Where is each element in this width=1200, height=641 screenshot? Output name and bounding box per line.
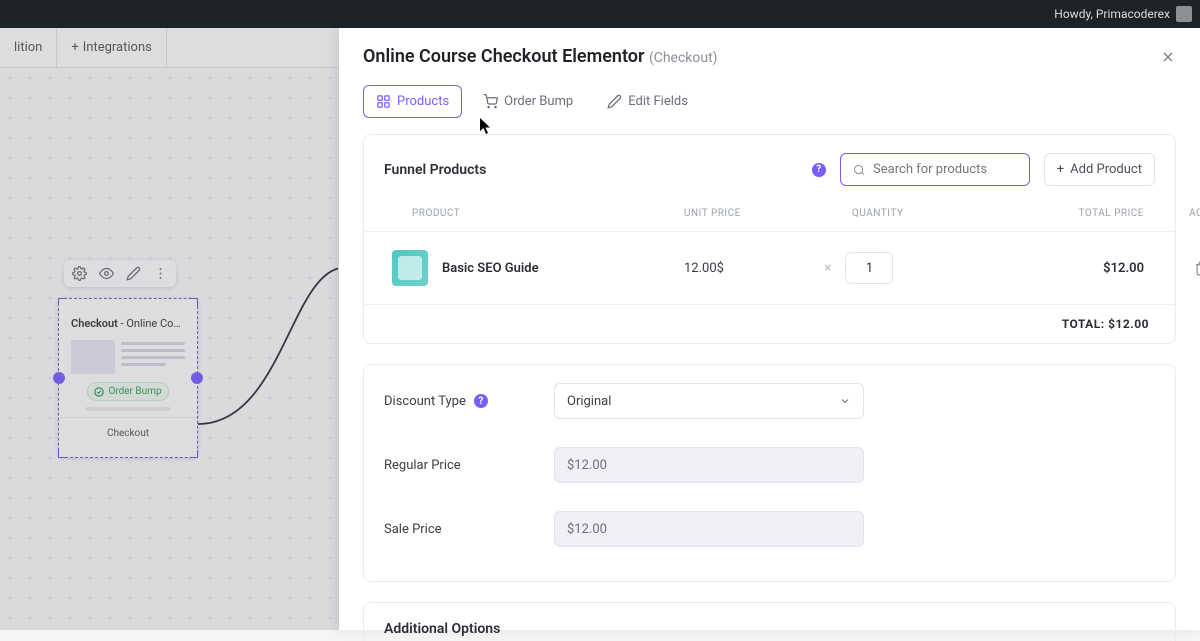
check-circle-icon xyxy=(94,387,104,397)
add-product-button[interactable]: + Add Product xyxy=(1044,153,1155,186)
checkout-node[interactable]: Checkout - Online Course ... Order Bump … xyxy=(58,298,198,458)
tab-edit-fields[interactable]: Edit Fields xyxy=(594,85,701,118)
plus-icon: + xyxy=(71,40,78,55)
trash-icon[interactable] xyxy=(1194,261,1200,276)
unit-price: 12.00$ xyxy=(684,261,824,276)
node-port-out[interactable] xyxy=(191,372,203,384)
gear-icon[interactable] xyxy=(72,266,87,281)
discount-type-label: Discount Type ? xyxy=(384,394,554,409)
eye-icon[interactable] xyxy=(99,266,114,281)
admin-greeting[interactable]: Howdy, Primacoderex xyxy=(1054,6,1192,22)
sale-price-field xyxy=(554,511,864,547)
admin-bar: Howdy, Primacoderex xyxy=(0,0,1200,28)
additional-options-title: Additional Options xyxy=(364,603,1175,641)
chevron-down-icon xyxy=(839,395,851,407)
product-search[interactable] xyxy=(840,153,1030,186)
regular-price-label: Regular Price xyxy=(384,458,554,473)
sale-price-label: Sale Price xyxy=(384,522,554,537)
quantity-input[interactable] xyxy=(845,252,893,284)
node-port-in[interactable] xyxy=(53,372,65,384)
top-tab-partial[interactable]: lition xyxy=(0,28,57,67)
top-tab-integrations[interactable]: + Integrations xyxy=(57,28,167,67)
panel-title: Online Course Checkout Elementor (Checko… xyxy=(363,46,718,67)
mouse-cursor-icon xyxy=(479,117,493,135)
greeting-text: Howdy, Primacoderex xyxy=(1054,7,1170,21)
table-row: Basic SEO Guide 12.00$ × $12.00 xyxy=(364,231,1175,304)
remove-qty-icon[interactable]: × xyxy=(824,260,831,276)
node-thumbnail xyxy=(71,340,185,374)
help-icon[interactable]: ? xyxy=(474,394,488,408)
avatar-icon xyxy=(1176,6,1192,22)
regular-price-field xyxy=(554,447,864,483)
settings-panel: Online Course Checkout Elementor (Checko… xyxy=(339,28,1200,630)
funnel-products-card: Funnel Products ? + Add Product PRODUCT xyxy=(363,134,1176,344)
funnel-canvas[interactable]: Checkout - Online Course ... Order Bump … xyxy=(0,68,338,630)
close-icon[interactable] xyxy=(1160,49,1176,65)
more-icon[interactable] xyxy=(153,266,168,281)
plus-icon: + xyxy=(1057,162,1064,177)
product-thumbnail xyxy=(392,250,428,286)
help-icon[interactable]: ? xyxy=(812,163,826,177)
total-row: TOTAL: $12.00 xyxy=(364,304,1175,343)
panel-tabs: Products Order Bump Edit Fields xyxy=(339,81,1200,134)
node-checkout-button[interactable]: Checkout xyxy=(71,422,185,445)
tab-order-bump[interactable]: Order Bump xyxy=(470,85,586,118)
pencil-icon[interactable] xyxy=(126,266,141,281)
additional-options-card: Additional Options xyxy=(363,602,1176,641)
pencil-icon xyxy=(607,94,622,109)
cart-icon xyxy=(483,94,498,109)
node-title: Checkout - Online Course ... xyxy=(71,317,185,330)
row-total-price: $12.00 xyxy=(994,261,1144,276)
discount-type-select[interactable]: Original xyxy=(554,383,864,419)
search-icon xyxy=(853,163,865,177)
pricing-card: Discount Type ? Original Regular Price xyxy=(363,364,1176,582)
order-bump-chip[interactable]: Order Bump xyxy=(87,382,168,401)
products-table-header: PRODUCT UNIT PRICE QUANTITY TOTAL PRICE … xyxy=(364,196,1175,231)
grid-icon xyxy=(376,94,391,109)
search-input[interactable] xyxy=(873,162,1017,177)
funnel-products-title: Funnel Products xyxy=(384,162,486,178)
node-toolbar xyxy=(64,260,176,287)
product-name: Basic SEO Guide xyxy=(442,261,539,276)
tab-products[interactable]: Products xyxy=(363,85,462,118)
